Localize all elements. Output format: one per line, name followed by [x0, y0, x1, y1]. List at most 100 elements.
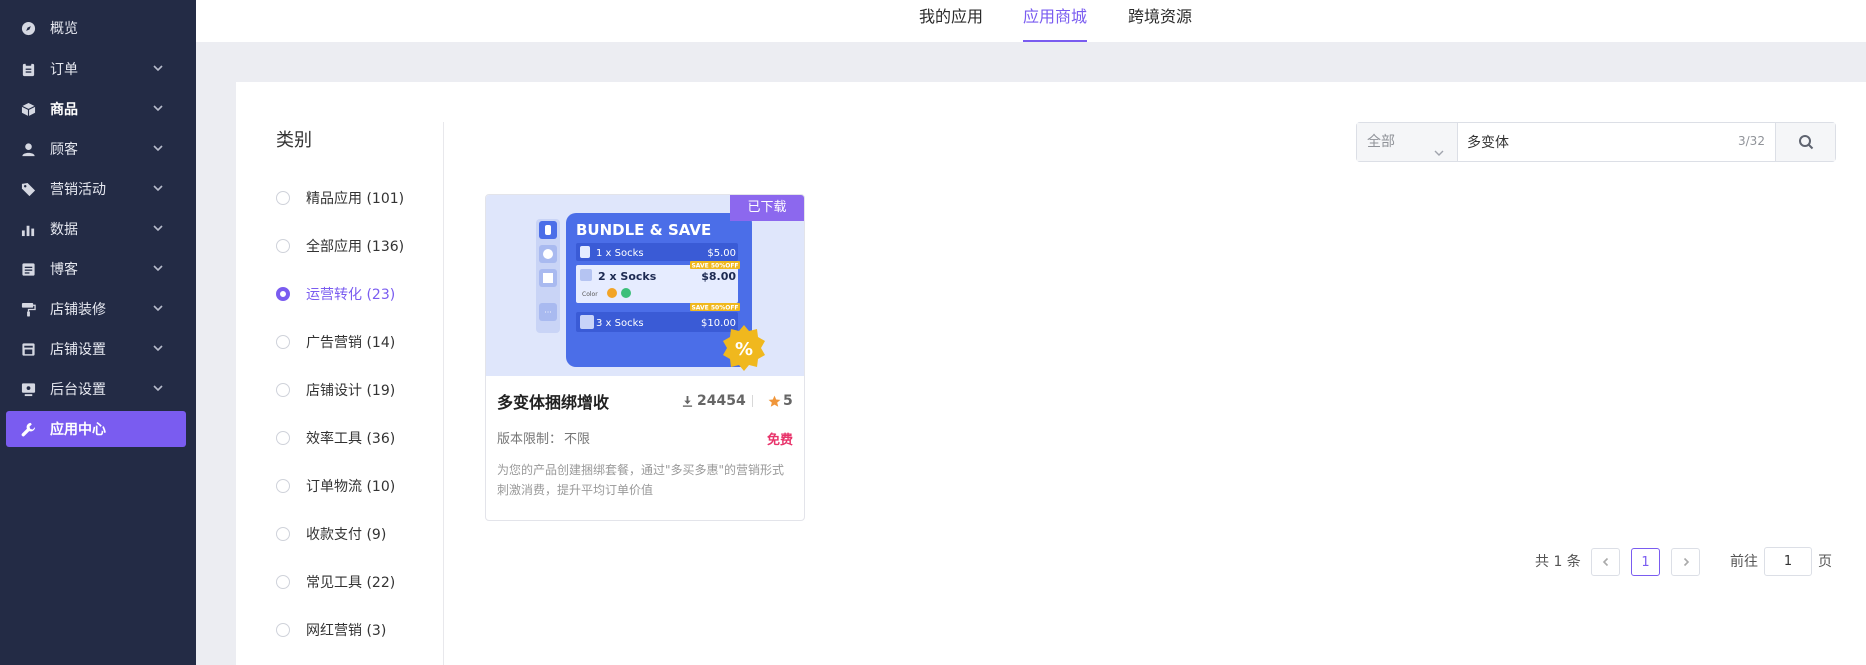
store-icon: [20, 341, 36, 357]
radio-button[interactable]: [276, 239, 290, 253]
nav-item-products[interactable]: 商品: [6, 91, 186, 127]
goto-label: 前往: [1730, 554, 1758, 570]
category-common-tools[interactable]: 常见工具 (22): [276, 572, 395, 592]
version-limit-label: 版本限制：: [497, 432, 563, 447]
search-icon: [1798, 135, 1813, 150]
radio-button[interactable]: [276, 383, 290, 397]
category-label: 网红营销 (3): [306, 623, 387, 639]
version-limit-value: 不限: [564, 432, 591, 447]
tab-cross-border-resources[interactable]: 跨境资源: [1128, 0, 1192, 42]
nav-label: 概览: [50, 21, 78, 37]
cube-icon: [20, 101, 36, 117]
radio-button[interactable]: [276, 623, 290, 637]
nav-item-store-settings[interactable]: 店铺设置: [6, 331, 186, 367]
chevron-down-icon: [152, 182, 164, 194]
nav-label: 营销活动: [50, 182, 106, 198]
search-input[interactable]: [1459, 123, 1765, 161]
search-button[interactable]: [1775, 123, 1835, 161]
category-label: 运营转化 (23): [306, 287, 396, 303]
radio-button[interactable]: [276, 287, 290, 301]
radio-button[interactable]: [276, 191, 290, 205]
category-label: 订单物流 (10): [306, 479, 396, 495]
bundle-color-label: Color: [582, 291, 598, 298]
search-scope-value: 全部: [1367, 134, 1395, 150]
chevron-down-icon: [152, 302, 164, 314]
nav-label: 商品: [50, 102, 78, 118]
blog-icon: [20, 261, 36, 277]
category-title: 类别: [276, 130, 312, 151]
chevron-down-icon: [152, 222, 164, 234]
category-store-design[interactable]: 店铺设计 (19): [276, 380, 395, 400]
category-influencer[interactable]: 网红营销 (3): [276, 620, 386, 640]
nav-item-app-center[interactable]: 应用中心: [6, 411, 186, 447]
nav-item-orders[interactable]: 订单: [6, 51, 186, 87]
category-operations[interactable]: 运营转化 (23): [276, 284, 395, 304]
radio-button[interactable]: [276, 335, 290, 349]
sidebar: 概览 订单 商品 顾客 营销活动 数据 博客 店铺装修 店铺设置 后台设置 应用…: [0, 0, 196, 665]
search-scope-select[interactable]: 全部: [1357, 123, 1458, 161]
chevron-down-icon: [152, 382, 164, 394]
category-featured[interactable]: 精品应用 (101): [276, 188, 404, 208]
chevron-down-icon: [152, 142, 164, 154]
bundle-row1-label: 1 x Socks: [596, 248, 644, 259]
nav-label: 后台设置: [50, 382, 106, 398]
chevron-right-icon: [1683, 557, 1689, 567]
app-price: 免费: [766, 433, 793, 448]
nav-item-admin-settings[interactable]: 后台设置: [6, 371, 186, 407]
category-productivity[interactable]: 效率工具 (36): [276, 428, 395, 448]
bundle-row2-badge: SAVE 50%OFF: [691, 263, 738, 270]
nav-label: 顾客: [50, 142, 78, 158]
pagination-total: 共 1 条: [1535, 554, 1581, 570]
radio-button[interactable]: [276, 431, 290, 445]
nav-item-marketing[interactable]: 营销活动: [6, 171, 186, 207]
category-divider: [443, 122, 444, 665]
radio-button[interactable]: [276, 575, 290, 589]
bundle-heading: BUNDLE & SAVE: [576, 221, 711, 239]
nav-item-blog[interactable]: 博客: [6, 251, 186, 287]
tab-app-store[interactable]: 应用商城: [1023, 0, 1088, 42]
nav-item-store-decoration[interactable]: 店铺装修: [6, 291, 186, 327]
bundle-row3-badge: SAVE 50%OFF: [691, 305, 738, 312]
goto-unit-label: 页: [1818, 554, 1832, 570]
nav-item-customers[interactable]: 顾客: [6, 131, 186, 167]
app-store-panel: 类别 精品应用 (101) 全部应用 (136) 运营转化 (23) 广告营销 …: [236, 82, 1866, 665]
paint-roller-icon: [20, 301, 36, 317]
discount-seal: %: [735, 339, 753, 360]
category-label: 全部应用 (136): [306, 239, 405, 255]
category-label: 店铺设计 (19): [306, 383, 396, 399]
download-icon: [682, 395, 693, 407]
page-number-1[interactable]: 1: [1631, 548, 1660, 576]
prev-page-button[interactable]: [1591, 548, 1620, 576]
nav-label: 应用中心: [50, 422, 106, 438]
nav-label: 博客: [50, 262, 78, 278]
search-char-counter: 3/32: [1738, 134, 1765, 148]
nav-item-data[interactable]: 数据: [6, 211, 186, 247]
app-description: 为您的产品创建捆绑套餐，通过"多买多惠"的营销形式刺激消费，提升平均订单价值: [497, 463, 785, 497]
bundle-row2-price: $8.00: [701, 270, 736, 283]
chevron-down-icon: [152, 62, 164, 74]
stat-separator: [752, 395, 753, 407]
next-page-button[interactable]: [1671, 548, 1700, 576]
radio-button[interactable]: [276, 527, 290, 541]
download-count: 24454: [682, 393, 746, 409]
chevron-down-icon: [152, 102, 164, 114]
chevron-down-icon: [152, 262, 164, 274]
app-card[interactable]: ··· BUNDLE & SAVE 1 x Socks $5.00 SAVE 5…: [485, 194, 805, 521]
chevron-left-icon: [1602, 557, 1608, 567]
nav-item-overview[interactable]: 概览: [6, 10, 186, 46]
category-all[interactable]: 全部应用 (136): [276, 236, 404, 256]
radio-button[interactable]: [276, 479, 290, 493]
category-payments[interactable]: 收款支付 (9): [276, 524, 386, 544]
tab-my-apps[interactable]: 我的应用: [919, 0, 983, 42]
nav-label: 订单: [50, 62, 78, 78]
wrench-icon: [20, 421, 36, 437]
category-advertising[interactable]: 广告营销 (14): [276, 332, 395, 352]
category-label: 广告营销 (14): [306, 335, 396, 351]
bundle-row2-label: 2 x Socks: [598, 270, 657, 283]
goto-page-input[interactable]: [1764, 547, 1812, 576]
bar-chart-icon: [20, 221, 36, 237]
category-label: 精品应用 (101): [306, 191, 405, 207]
category-order-logistics[interactable]: 订单物流 (10): [276, 476, 395, 496]
bundle-row1-price: $5.00: [707, 248, 736, 259]
nav-label: 数据: [50, 222, 78, 238]
